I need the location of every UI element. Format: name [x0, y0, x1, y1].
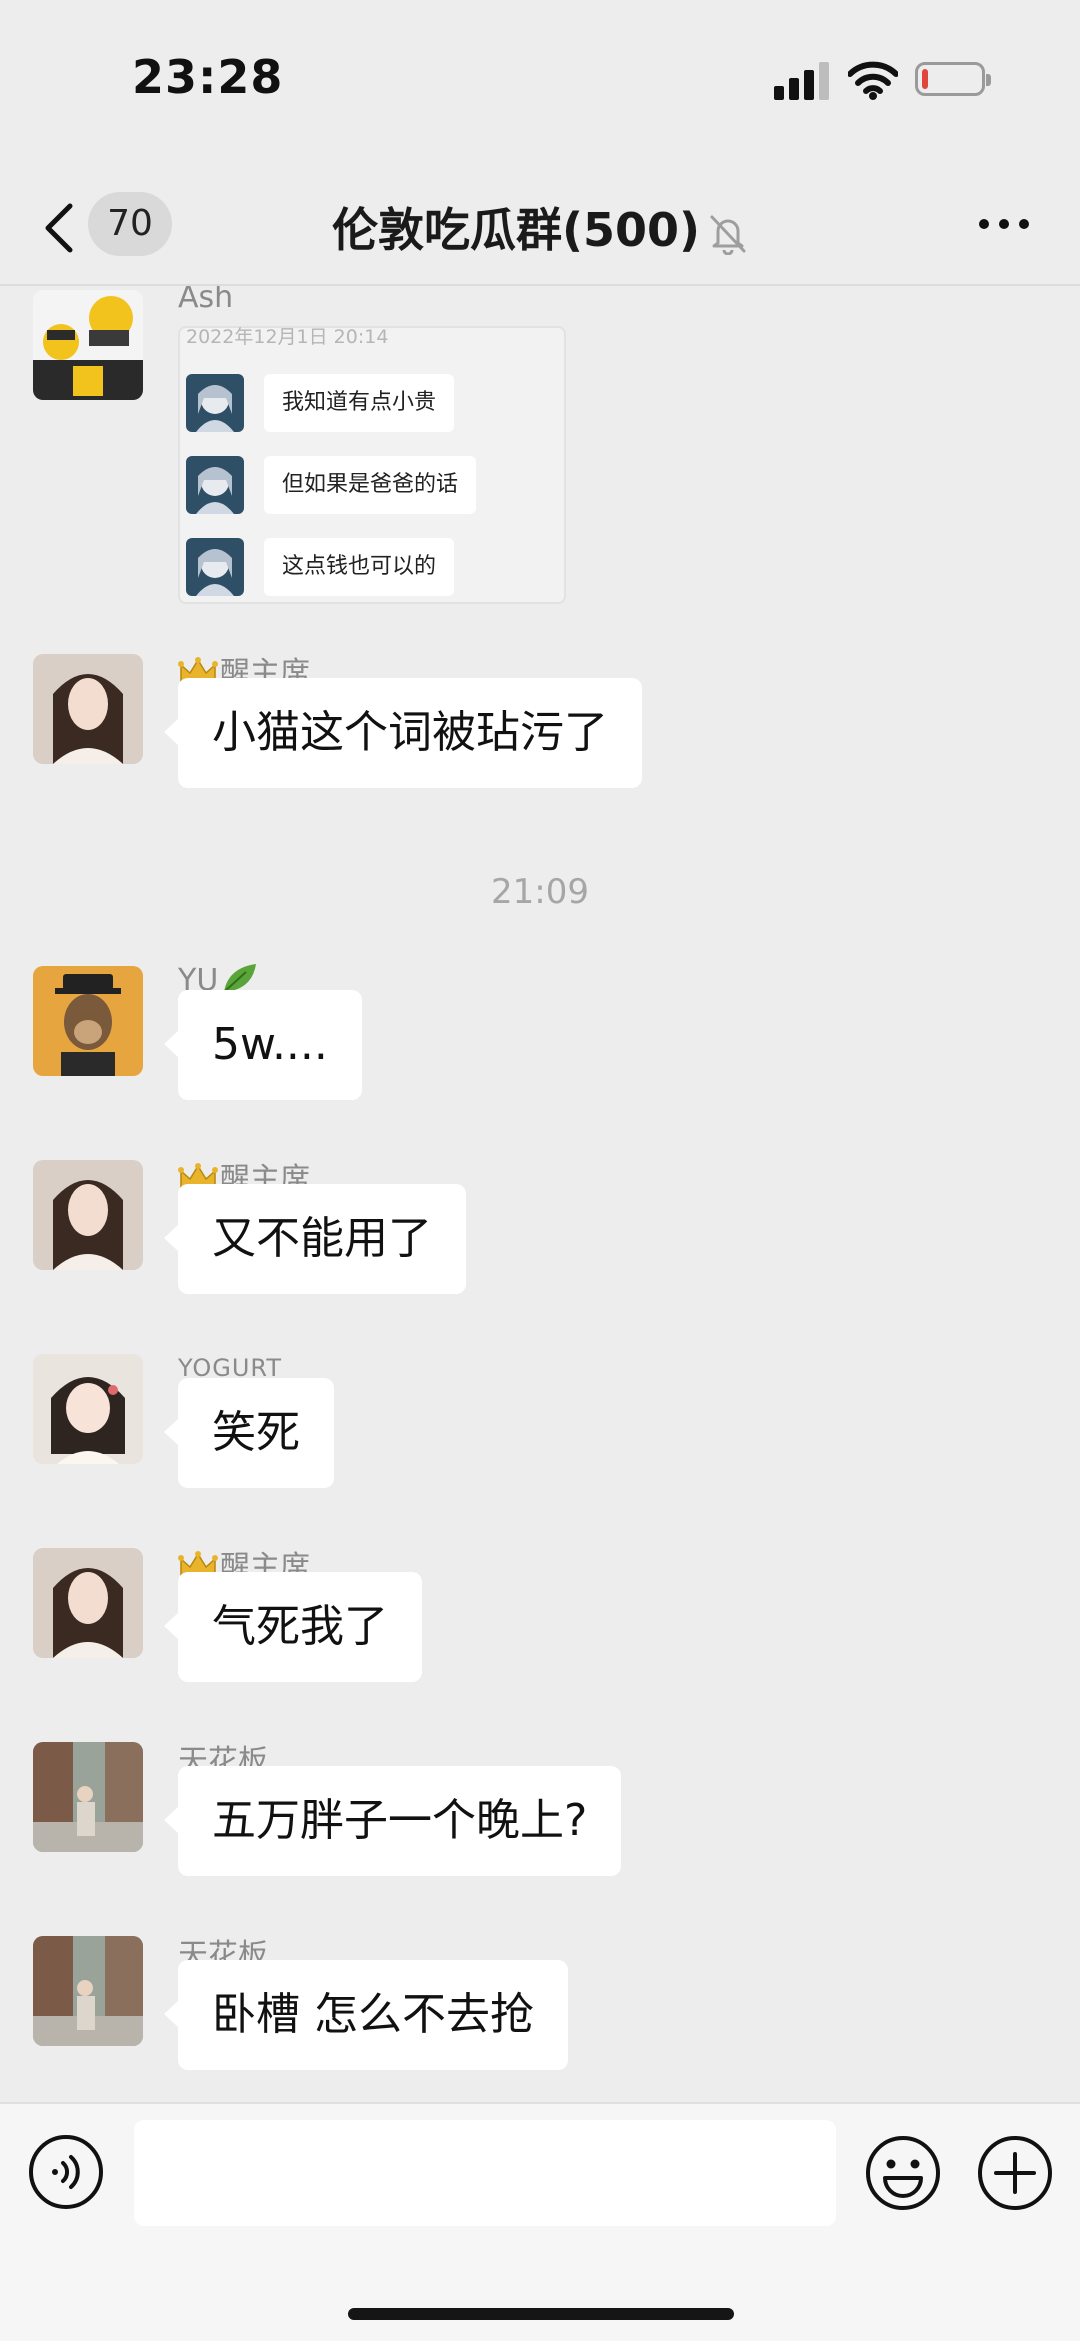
avatar[interactable]	[33, 654, 143, 764]
voice-input-icon[interactable]	[28, 2134, 104, 2210]
chat-header: 70 伦敦吃瓜群(500)	[0, 150, 1080, 286]
battery-icon	[915, 62, 991, 96]
screenshot-message: 我知道有点小贵	[264, 374, 455, 432]
shared-screenshot-image[interactable]: 我知道有点小贵 但如果是爸爸的话 这点钱也可以的	[178, 326, 566, 604]
screenshot-chat-row: 但如果是爸爸的话	[184, 456, 564, 516]
status-bar: 23:28	[0, 0, 1080, 150]
avatar	[186, 538, 244, 596]
screenshot-date: 2022年12月1日 20:14	[186, 326, 389, 348]
input-bar	[0, 2102, 1080, 2341]
screenshot-chat-row: 这点钱也可以的	[184, 538, 564, 598]
message-list[interactable]: Ash 我知道有点小贵 但如果是爸爸的话 这点钱也可以的 2022年12月1日 …	[0, 286, 1080, 2102]
message-input[interactable]	[134, 2120, 836, 2226]
message-bubble[interactable]: 气死我了	[164, 1572, 422, 1682]
avatar[interactable]	[33, 290, 143, 400]
message-bubble[interactable]: 5w....	[164, 990, 362, 1100]
wifi-icon	[848, 61, 898, 100]
avatar[interactable]	[33, 1936, 143, 2046]
sender-name: Ash	[178, 286, 234, 315]
emoji-icon[interactable]	[864, 2134, 942, 2212]
home-indicator	[348, 2308, 734, 2320]
message-bubble[interactable]: 笑死	[164, 1378, 334, 1488]
message-bubble[interactable]: 卧槽 怎么不去抢	[164, 1960, 568, 2070]
avatar[interactable]	[33, 1548, 143, 1658]
screenshot-message: 但如果是爸爸的话	[264, 456, 477, 514]
plus-icon[interactable]	[976, 2134, 1054, 2212]
chat-title-text: 伦敦吃瓜群(500)	[331, 203, 701, 257]
message-bubble[interactable]: 又不能用了	[164, 1184, 466, 1294]
cartoon-avatar-image	[33, 290, 143, 400]
screenshot-chat-row: 我知道有点小贵	[184, 374, 564, 434]
status-time: 23:28	[132, 50, 284, 104]
avatar[interactable]	[33, 1160, 143, 1270]
avatar[interactable]	[33, 966, 143, 1076]
screenshot-message: 这点钱也可以的	[264, 538, 455, 596]
battery-level	[922, 69, 928, 89]
chat-title[interactable]: 伦敦吃瓜群(500)	[0, 194, 1080, 260]
time-separator: 21:09	[491, 872, 589, 912]
avatar[interactable]	[33, 1742, 143, 1852]
more-dots-icon[interactable]	[978, 216, 1030, 232]
bell-muted-icon	[710, 215, 746, 255]
message-bubble[interactable]: 小猫这个词被玷污了	[164, 678, 642, 788]
message-bubble[interactable]: 五万胖子一个晚上?	[163, 1766, 622, 1876]
cellular-signal-icon	[774, 62, 829, 100]
avatar	[186, 374, 244, 432]
avatar	[186, 456, 244, 514]
avatar[interactable]	[33, 1354, 143, 1464]
